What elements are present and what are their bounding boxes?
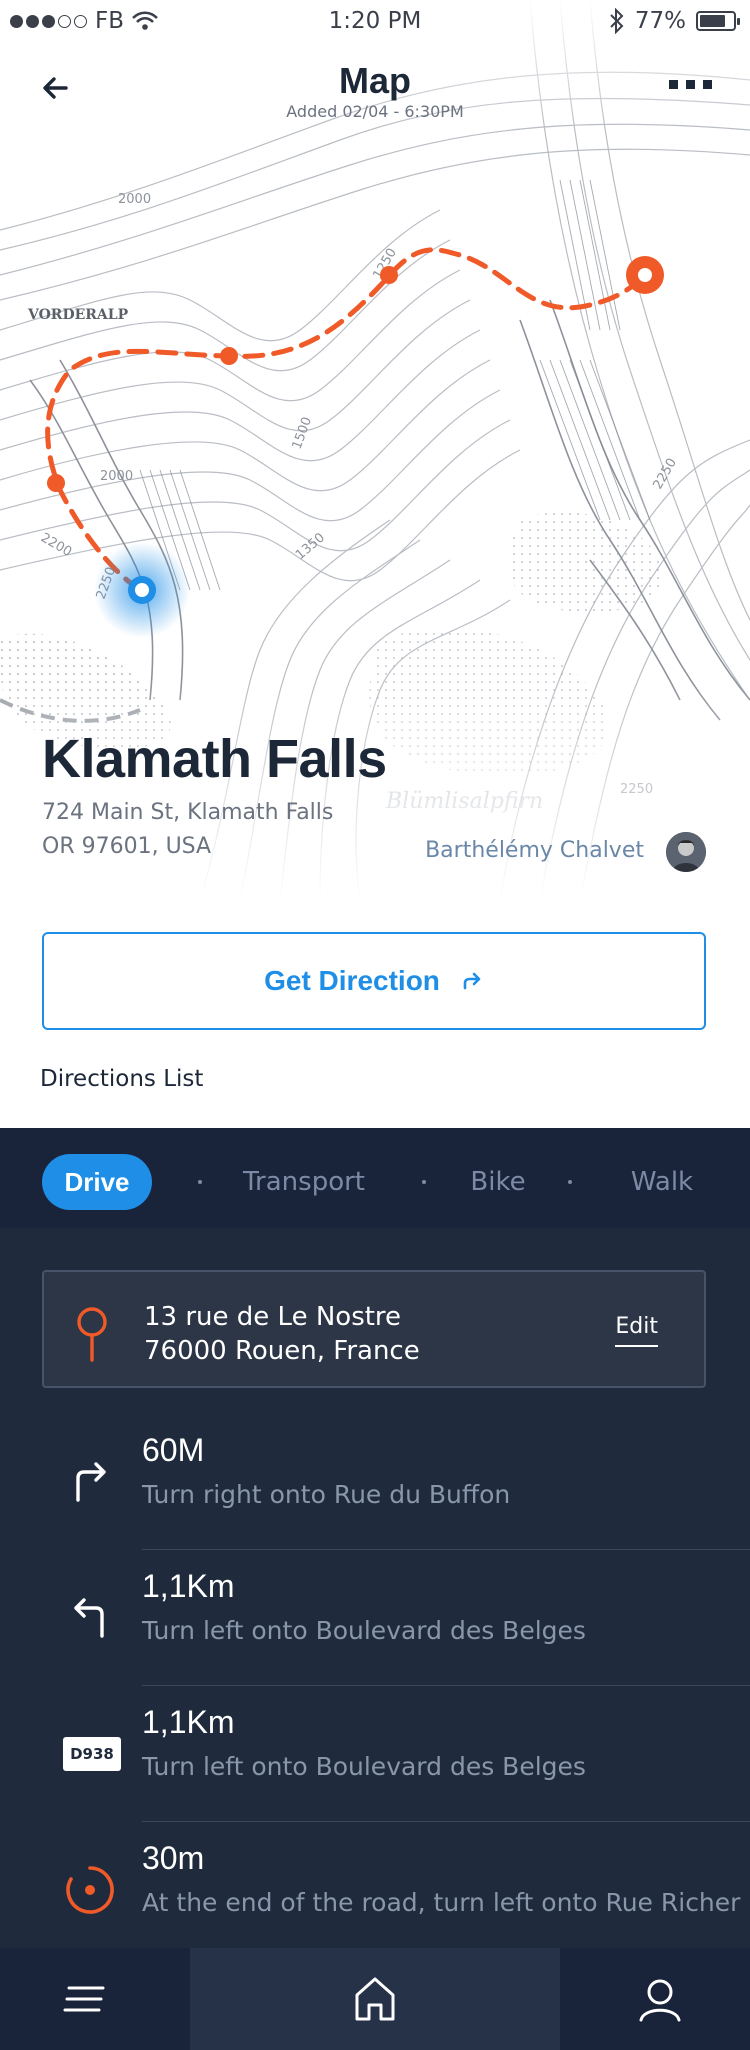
more-dot [669, 80, 678, 89]
step-instruction: Turn left onto Boulevard des Belges [142, 1752, 586, 1781]
destination-card[interactable]: 13 rue de Le Nostre 76000 Rouen, France … [42, 1270, 706, 1388]
bluetooth-icon [610, 8, 624, 34]
road-badge-icon: D938 [62, 1724, 122, 1784]
road-badge: D938 [63, 1737, 121, 1771]
turn-right-icon [60, 1452, 120, 1512]
user-icon [639, 1979, 681, 2022]
profile-button[interactable] [610, 1948, 710, 2050]
direction-step[interactable]: 30m At the end of the road, turn left on… [0, 1822, 750, 1958]
avatar[interactable] [666, 832, 706, 872]
destination-pin-icon [77, 1307, 107, 1362]
step-distance: 1,1Km [142, 1704, 235, 1740]
contour-label: 2000 [100, 469, 133, 484]
direction-step[interactable]: D938 1,1Km Turn left onto Boulevard des … [0, 1686, 750, 1822]
step-instruction: Turn left onto Boulevard des Belges [142, 1616, 586, 1645]
avatar-image [666, 832, 706, 872]
route-waypoint[interactable] [47, 474, 65, 492]
tab-separator [568, 1180, 572, 1184]
battery-percent: 77% [634, 8, 686, 34]
more-options-button[interactable] [669, 80, 712, 89]
direction-step[interactable]: 1,1Km Turn left onto Boulevard des Belge… [0, 1550, 750, 1686]
route-waypoint[interactable] [380, 266, 398, 284]
contour-label: 2000 [118, 192, 151, 207]
transport-mode-tabs: Drive Transport Bike Walk [0, 1128, 750, 1228]
map-place-label: VORDERALP [27, 307, 129, 323]
battery-icon [696, 11, 740, 31]
more-dot [686, 80, 695, 89]
page-title: Map [339, 60, 411, 101]
roundabout-icon [60, 1860, 120, 1920]
tab-transport[interactable]: Transport [243, 1154, 365, 1210]
contour-label: 2200 [38, 530, 74, 560]
route-waypoint[interactable] [220, 347, 238, 365]
direction-step[interactable]: 60M Turn right onto Rue du Buffon [0, 1414, 750, 1550]
contour-label: 1500 [290, 415, 315, 451]
status-right: 77% [609, 8, 740, 34]
address-line-2: OR 97601, USA [42, 834, 212, 859]
home-button[interactable] [190, 1948, 560, 2050]
step-instruction: Turn right onto Rue du Buffon [142, 1480, 511, 1509]
step-distance: 30m [142, 1840, 205, 1876]
step-instruction: At the end of the road, turn left onto R… [142, 1888, 741, 1917]
get-direction-button[interactable]: Get Direction [42, 932, 706, 1030]
hamburger-menu-icon [63, 1986, 105, 2012]
bottom-tab-bar [0, 1948, 750, 2050]
directions-panel: Drive Transport Bike Walk 13 rue de Le N… [0, 1128, 750, 2050]
author-name[interactable]: Barthélémy Chalvet [425, 838, 644, 863]
more-dot [703, 80, 712, 89]
tab-walk[interactable]: Walk [622, 1154, 702, 1210]
tab-separator [198, 1180, 202, 1184]
step-distance: 60M [142, 1432, 205, 1468]
step-distance: 1,1Km [142, 1568, 235, 1604]
edit-destination-button[interactable]: Edit [615, 1314, 658, 1347]
nav-bar: Map Added 02/04 - 6:30PM [0, 56, 750, 126]
map-view[interactable]: 2000 1250 1500 1350 2000 2200 2250 2250 … [0, 0, 750, 900]
destination-address: 13 rue de Le Nostre 76000 Rouen, France [144, 1300, 420, 1368]
address-line-1: 724 Main St, Klamath Falls [42, 800, 334, 825]
destination-line-1: 13 rue de Le Nostre [144, 1302, 402, 1332]
tab-drive[interactable]: Drive [42, 1154, 152, 1210]
status-bar: FB 1:20 PM 77% [0, 0, 750, 44]
destination-line-2: 76000 Rouen, France [144, 1336, 420, 1366]
menu-button[interactable] [30, 1948, 140, 2050]
tab-separator [422, 1180, 426, 1184]
page-subtitle: Added 02/04 - 6:30PM [286, 102, 464, 121]
place-name: Klamath Falls [42, 729, 387, 789]
get-direction-label: Get Direction [264, 965, 440, 996]
home-icon [355, 1977, 395, 2021]
directions-list-heading: Directions List [40, 1066, 204, 1092]
tab-bike[interactable]: Bike [458, 1154, 538, 1210]
redo-arrow-icon [463, 972, 481, 990]
turn-left-icon [60, 1588, 120, 1648]
